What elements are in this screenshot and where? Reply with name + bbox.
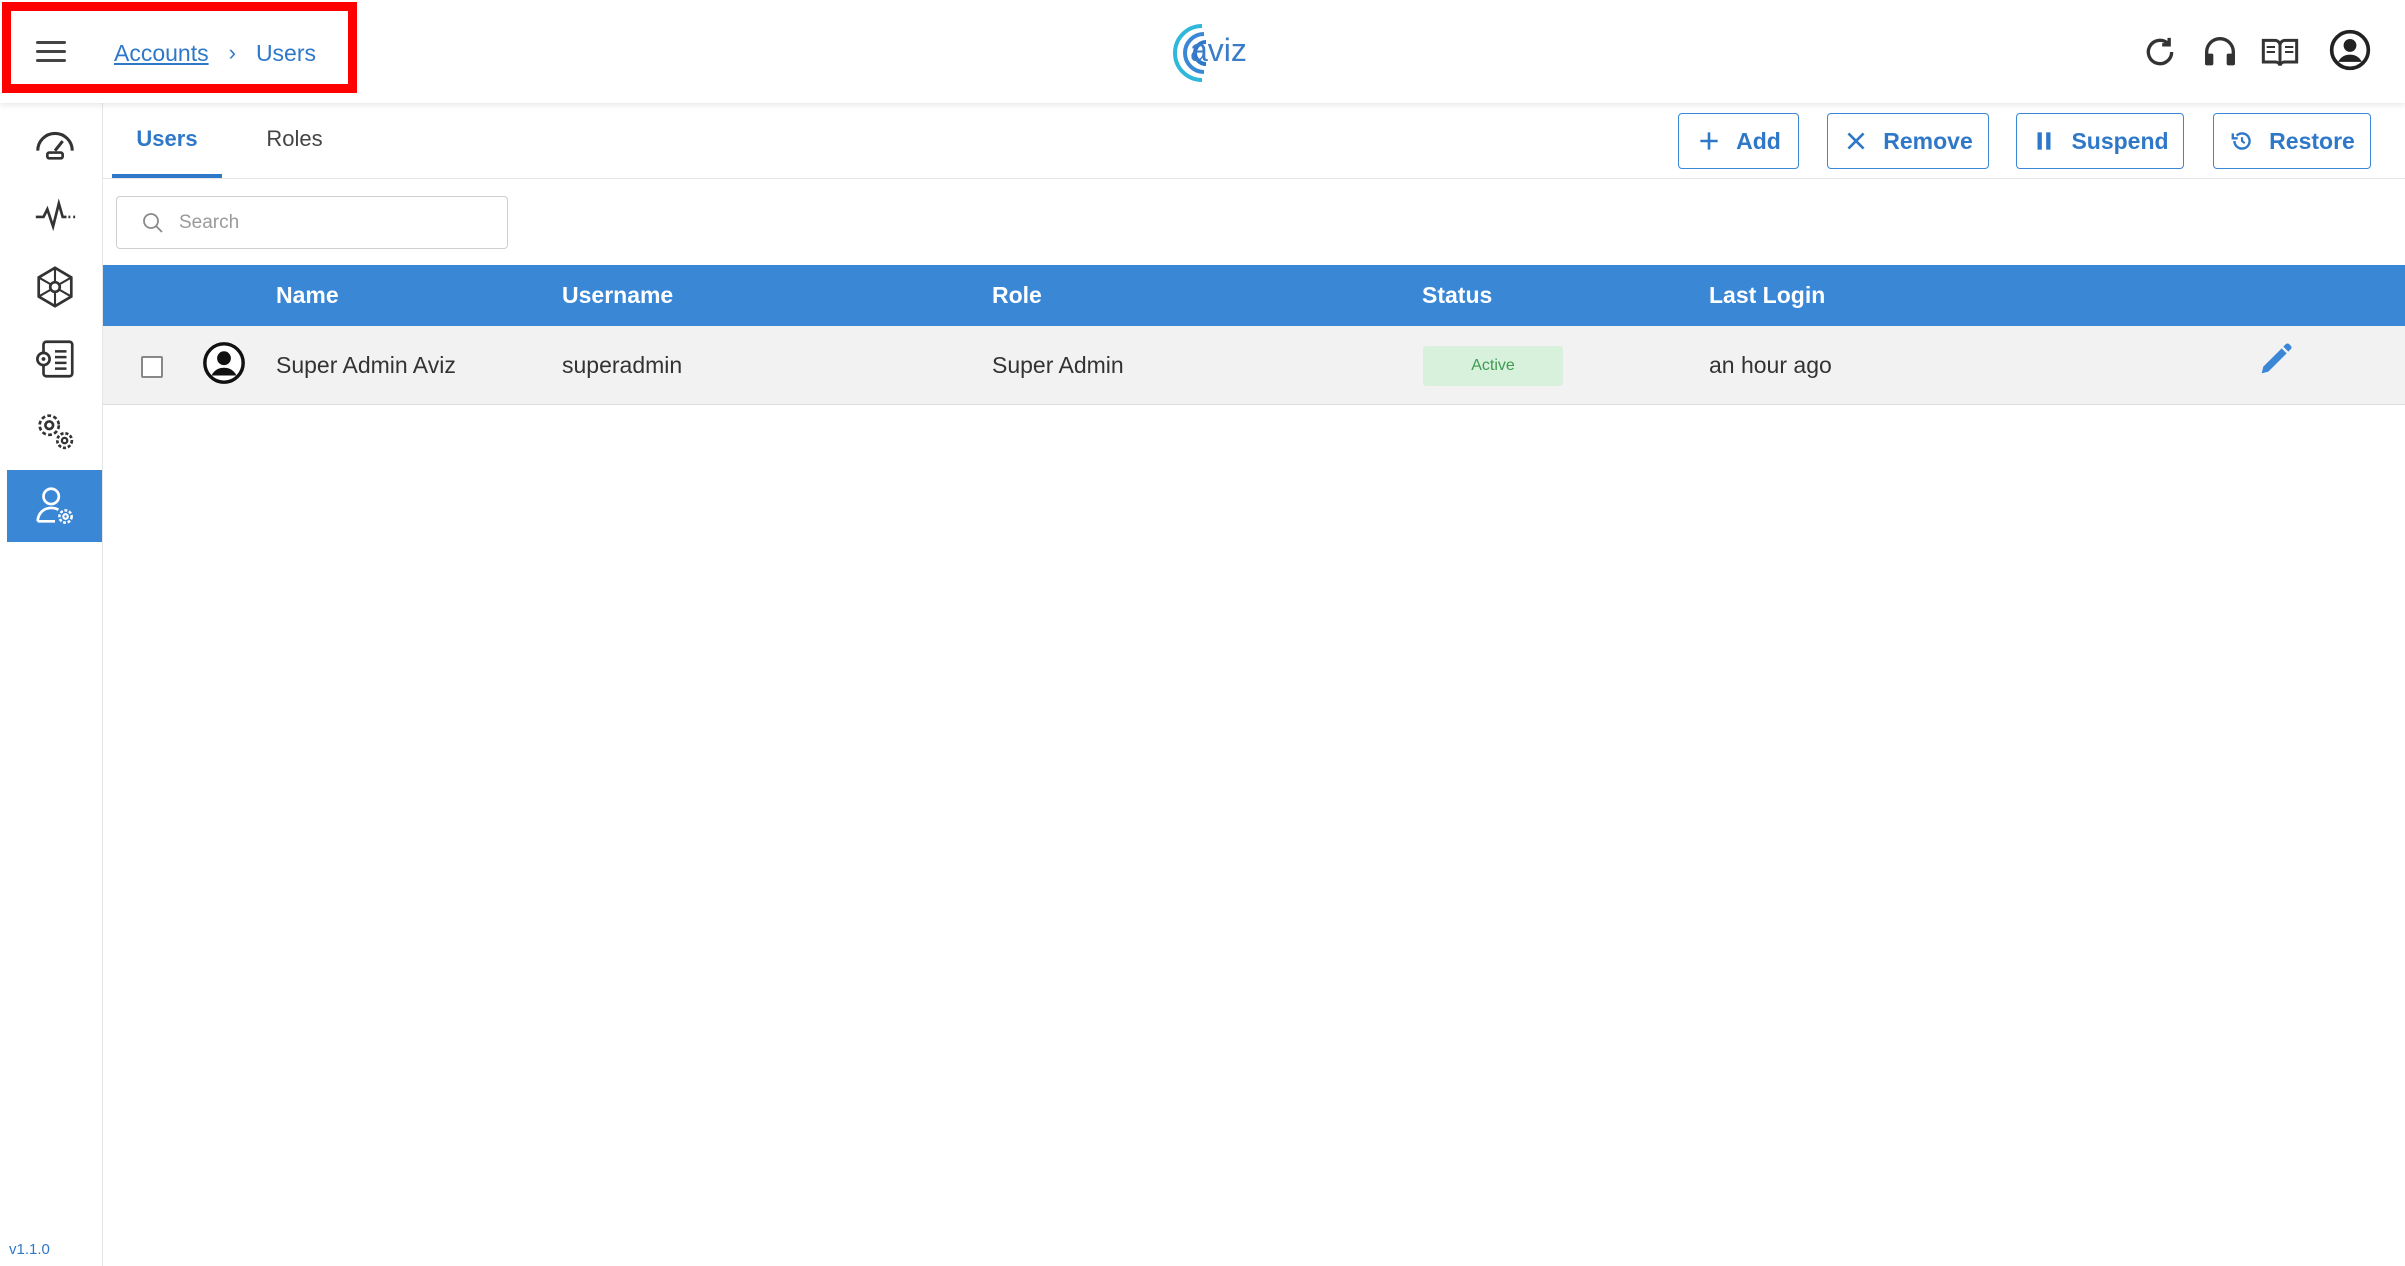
logo-text: aviz [1190, 32, 1247, 68]
sidebar-item-dashboard[interactable] [7, 107, 102, 179]
cell-name: Super Admin Aviz [276, 352, 456, 378]
search-box [116, 196, 508, 249]
highlight-box [2, 2, 357, 93]
tabs-divider [103, 178, 2405, 179]
user-settings-icon [35, 487, 73, 524]
restore-button-label: Restore [2269, 127, 2355, 154]
add-button[interactable]: Add [1678, 113, 1799, 169]
headset-icon[interactable] [2200, 32, 2240, 72]
tab-roles[interactable]: Roles [252, 103, 337, 179]
remove-button[interactable]: Remove [1827, 113, 1989, 169]
search-icon [143, 213, 163, 233]
sidebar-item-user-management[interactable] [7, 470, 102, 542]
table-row[interactable]: Super Admin Aviz superadmin Super Admin … [103, 326, 2405, 405]
app-version: v1.1.0 [9, 1241, 50, 1258]
remove-button-label: Remove [1883, 127, 1973, 154]
cell-last-login: an hour ago [1709, 352, 1832, 378]
sidebar [0, 103, 103, 1266]
refresh-icon[interactable] [2140, 32, 2180, 72]
suspend-button[interactable]: Suspend [2016, 113, 2184, 169]
pulse-icon [35, 198, 75, 232]
column-header-username[interactable]: Username [562, 265, 673, 326]
gears-icon [37, 414, 73, 450]
suspend-button-label: Suspend [2071, 127, 2169, 154]
sidebar-item-configuration[interactable] [7, 323, 102, 395]
close-icon [1847, 132, 1865, 150]
restore-icon [2231, 132, 2251, 150]
plus-icon [1700, 132, 1718, 150]
cell-username: superadmin [562, 352, 683, 378]
column-header-last-login[interactable]: Last Login [1709, 265, 1825, 326]
book-icon[interactable] [2260, 32, 2300, 72]
column-header-name[interactable]: Name [276, 265, 339, 326]
cell-role: Super Admin [992, 352, 1124, 378]
dashboard-gauge-icon [35, 131, 74, 160]
status-badge: Active [1423, 346, 1563, 386]
edit-pencil-icon[interactable] [2255, 340, 2295, 380]
sidebar-item-settings[interactable] [7, 395, 102, 467]
row-select-checkbox[interactable] [141, 356, 163, 378]
user-avatar-icon [203, 342, 245, 384]
search-input[interactable] [179, 205, 489, 241]
document-settings-icon [35, 340, 74, 378]
account-circle-icon[interactable] [2328, 28, 2372, 72]
add-button-label: Add [1736, 127, 1781, 154]
column-header-role[interactable]: Role [992, 265, 1042, 326]
sidebar-item-network[interactable] [7, 251, 102, 323]
top-app-bar: Accounts › Users aviz [0, 0, 2405, 103]
network-hexagon-icon [36, 266, 73, 308]
pause-icon [2037, 132, 2051, 150]
tab-users[interactable]: Users [112, 103, 222, 179]
table-header: Name Username Role Status Last Login [103, 265, 2405, 326]
column-header-status[interactable]: Status [1422, 265, 1492, 326]
sidebar-item-monitoring[interactable] [7, 179, 102, 251]
restore-button[interactable]: Restore [2213, 113, 2371, 169]
